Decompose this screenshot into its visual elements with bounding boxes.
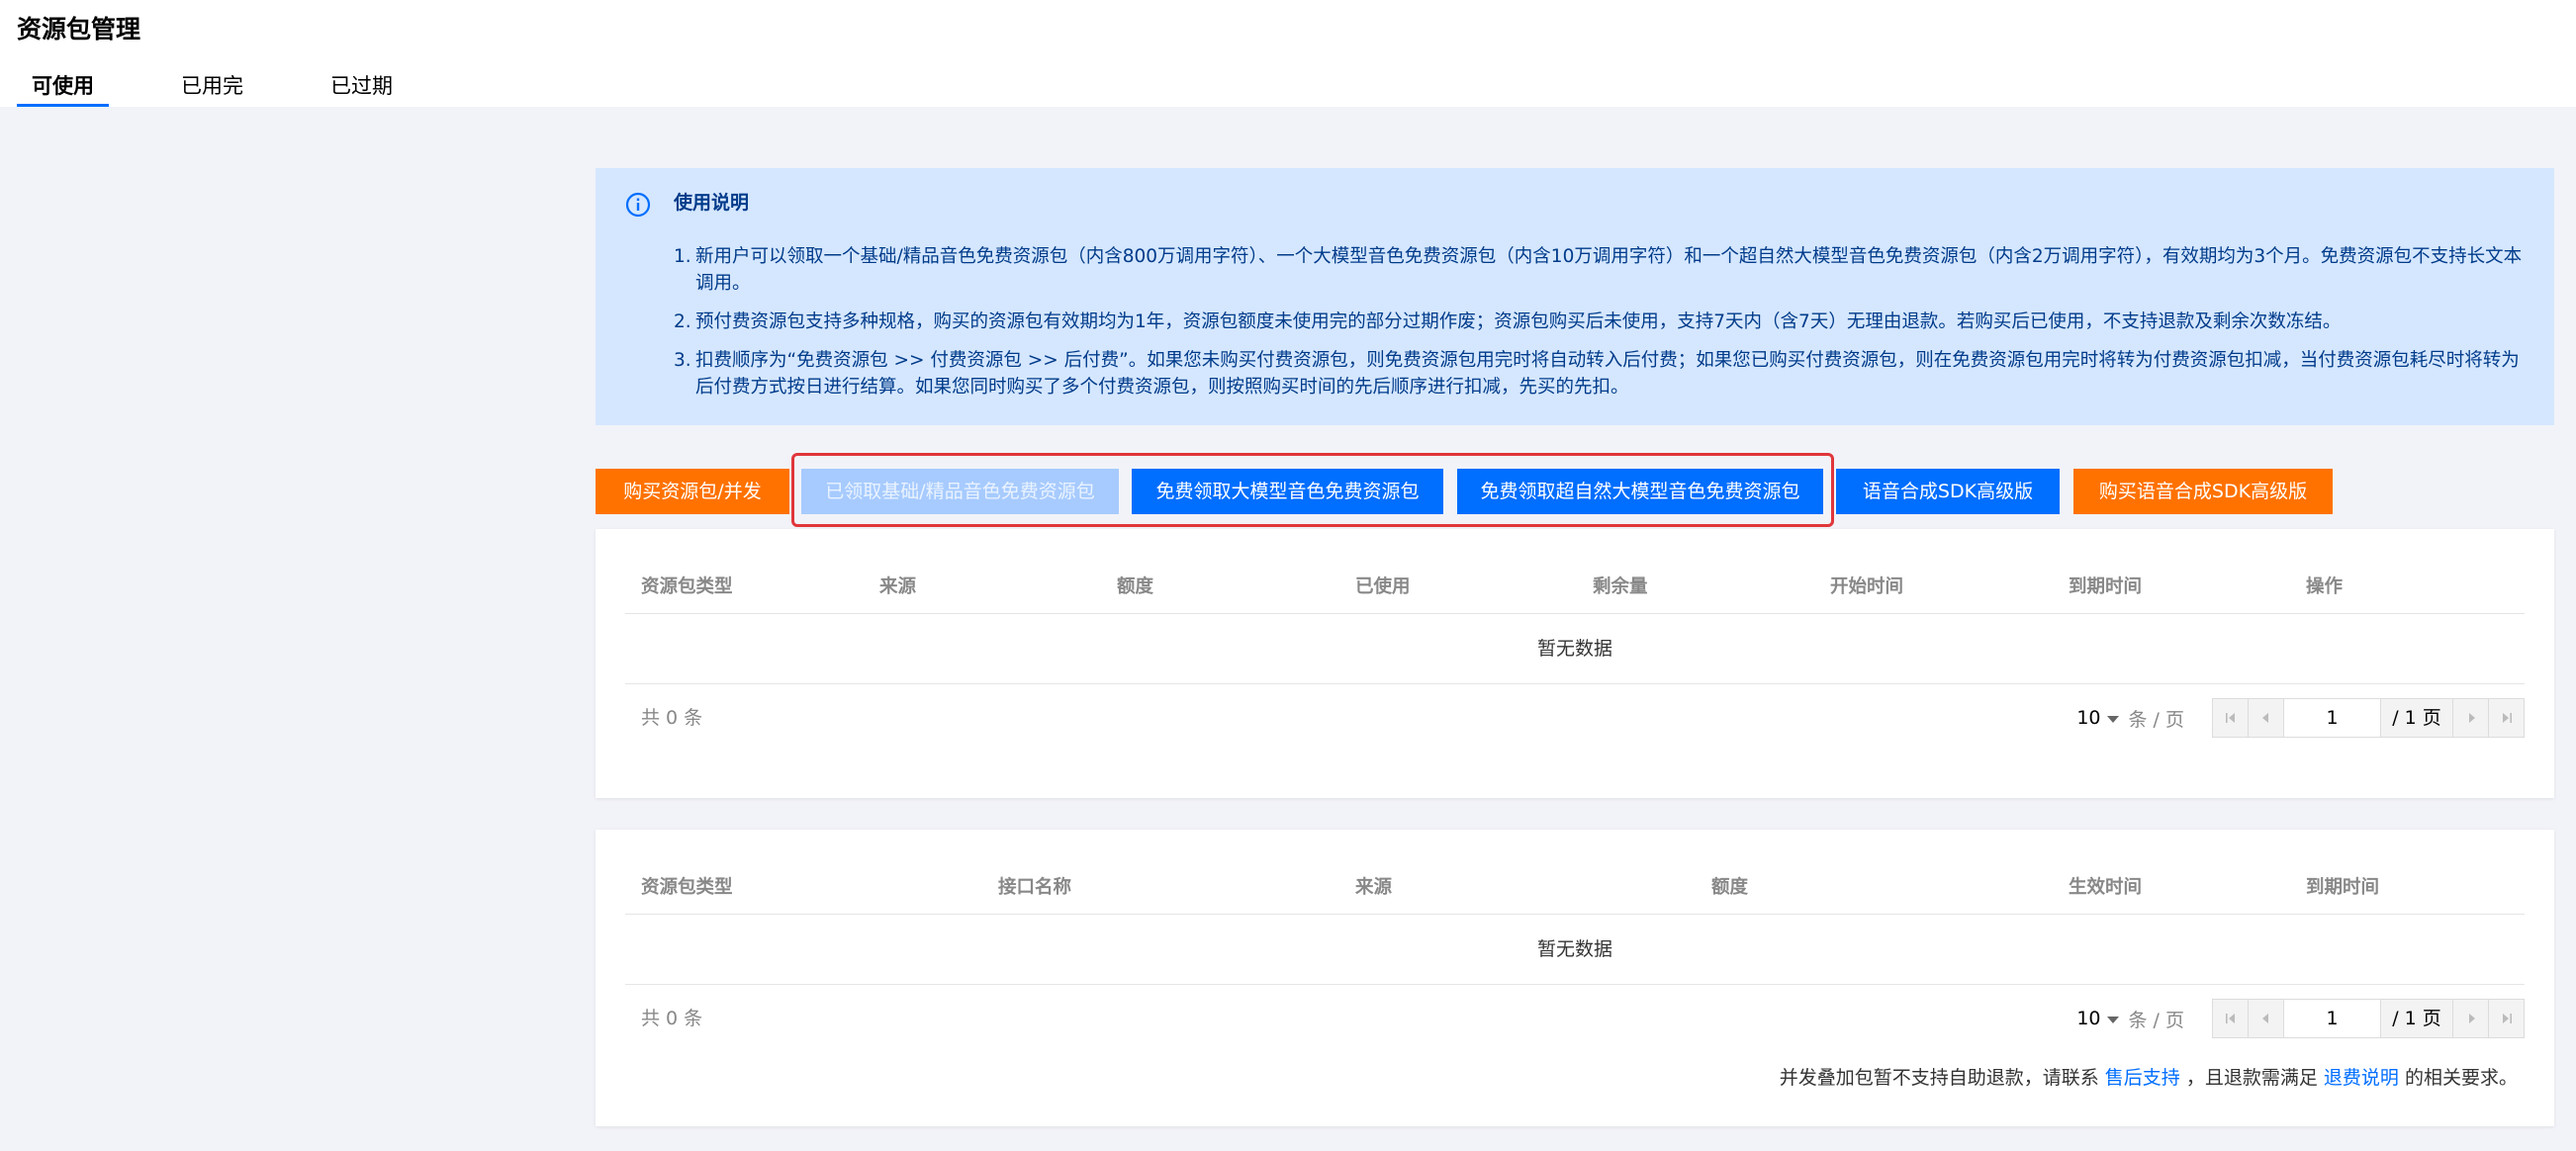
notice-item: 2. 预付费资源包支持多种规格，购买的资源包有效期均为1年，资源包额度未使用完的…: [674, 309, 2524, 335]
column-header: 来源: [879, 576, 917, 597]
first-page-button[interactable]: [2213, 1000, 2249, 1037]
concurrency-table-panel: 资源包类型 接口名称 来源 额度 生效时间 到期时间 暂无数据 共 0 条 10…: [596, 830, 2554, 1126]
notice-item-number: 1.: [674, 246, 691, 267]
notice-items: 1. 新用户可以领取一个基础/精品音色免费资源包（内含800万调用字符）、一个大…: [674, 243, 2524, 412]
table-header: 资源包类型 来源 额度 已使用 剩余量 开始时间 到期时间 操作: [625, 567, 2525, 614]
empty-row: 暂无数据: [625, 615, 2525, 684]
caret-down-icon[interactable]: [2106, 716, 2119, 723]
buy-sdk-advanced-button[interactable]: 购买语音合成SDK高级版: [2073, 469, 2333, 514]
notice-item: 1. 新用户可以领取一个基础/精品音色免费资源包（内含800万调用字符）、一个大…: [674, 243, 2524, 297]
caret-down-icon[interactable]: [2106, 1017, 2119, 1023]
notice-title: 使用说明: [674, 192, 750, 214]
pagination: 10 条 / 页 1 / 1 页: [2076, 697, 2525, 739]
notice-item-text: 扣费顺序为“免费资源包 >> 付费资源包 >> 后付费”。如果您未购买付费资源包…: [695, 350, 2520, 398]
page-size-select[interactable]: 10: [2076, 707, 2100, 729]
total-count: 共 0 条: [641, 707, 703, 729]
refund-policy-link[interactable]: 退费说明: [2324, 1067, 2399, 1089]
top-bar: 资源包管理 可使用 已用完 已过期: [0, 0, 2576, 107]
next-page-icon: [2469, 713, 2475, 723]
notice-item: 3. 扣费顺序为“免费资源包 >> 付费资源包 >> 后付费”。如果您未购买付费…: [674, 347, 2524, 400]
notice-item-text: 预付费资源包支持多种规格，购买的资源包有效期均为1年，资源包额度未使用完的部分过…: [695, 311, 2342, 332]
tab-available[interactable]: 可使用: [17, 69, 109, 107]
buy-package-button[interactable]: 购买资源包/并发: [596, 469, 789, 514]
column-header: 额度: [1117, 576, 1154, 597]
prev-page-icon: [2262, 1014, 2268, 1023]
last-page-icon: [2503, 1014, 2512, 1023]
page-navigator: 1 / 1 页: [2212, 698, 2525, 738]
last-page-icon: [2503, 713, 2512, 723]
refund-note: 并发叠加包暂不支持自助退款，请联系 售后支持 ，且退款需满足 退费说明 的相关要…: [1780, 1065, 2518, 1091]
column-header: 生效时间: [2069, 877, 2143, 898]
per-page-label: 条 / 页: [2128, 708, 2184, 731]
page-number-input[interactable]: 1: [2284, 699, 2381, 737]
first-page-icon: [2226, 713, 2235, 723]
column-header: 额度: [1711, 877, 1749, 898]
notice-item-number: 2.: [674, 311, 691, 332]
first-page-icon: [2226, 1014, 2235, 1023]
table-footer: 共 0 条 10 条 / 页 1 / 1 页: [625, 998, 2525, 1039]
next-page-button[interactable]: [2452, 699, 2488, 737]
last-page-button[interactable]: [2488, 699, 2524, 737]
sdk-advanced-button[interactable]: 语音合成SDK高级版: [1836, 469, 2060, 514]
column-header: 开始时间: [1830, 576, 1904, 597]
column-header: 已使用: [1355, 576, 1411, 597]
table-header: 资源包类型 接口名称 来源 额度 生效时间 到期时间: [625, 867, 2525, 915]
column-header: 资源包类型: [641, 576, 733, 597]
prev-page-icon: [2262, 713, 2268, 723]
column-header: 接口名称: [998, 877, 1072, 898]
refund-note-suffix: 的相关要求。: [2404, 1067, 2518, 1089]
claim-super-llm-package-button[interactable]: 免费领取超自然大模型音色免费资源包: [1457, 469, 1823, 514]
notice-item-text: 新用户可以领取一个基础/精品音色免费资源包（内含800万调用字符）、一个大模型音…: [695, 246, 2523, 294]
after-sales-support-link[interactable]: 售后支持: [2105, 1067, 2180, 1089]
empty-row: 暂无数据: [625, 916, 2525, 985]
next-page-icon: [2469, 1014, 2475, 1023]
per-page-label: 条 / 页: [2128, 1009, 2184, 1031]
claim-llm-package-button[interactable]: 免费领取大模型音色免费资源包: [1132, 469, 1443, 514]
page-number-input[interactable]: 1: [2284, 1000, 2381, 1037]
action-buttons: 购买资源包/并发 已领取基础/精品音色免费资源包 免费领取大模型音色免费资源包 …: [596, 469, 2554, 514]
info-icon: [625, 192, 651, 218]
page-size-select[interactable]: 10: [2076, 1008, 2100, 1029]
column-header: 操作: [2306, 576, 2344, 597]
column-header: 来源: [1355, 877, 1393, 898]
page-title: 资源包管理: [17, 15, 141, 44]
refund-note-middle: ，且退款需满足: [2185, 1067, 2318, 1089]
notice-item-number: 3.: [674, 350, 691, 371]
table-footer: 共 0 条 10 条 / 页 1 / 1 页: [625, 697, 2525, 739]
tab-used-up[interactable]: 已用完: [166, 69, 258, 107]
package-table-panel: 资源包类型 来源 额度 已使用 剩余量 开始时间 到期时间 操作 暂无数据 共 …: [596, 529, 2554, 798]
total-pages: / 1 页: [2381, 699, 2452, 737]
column-header: 到期时间: [2306, 877, 2380, 898]
column-header: 到期时间: [2069, 576, 2143, 597]
usage-notice: 使用说明 1. 新用户可以领取一个基础/精品音色免费资源包（内含800万调用字符…: [596, 168, 2554, 425]
total-pages: / 1 页: [2381, 1000, 2452, 1037]
pagination: 10 条 / 页 1 / 1 页: [2076, 998, 2525, 1039]
column-header: 资源包类型: [641, 877, 733, 898]
claimed-basic-package-button[interactable]: 已领取基础/精品音色免费资源包: [801, 469, 1119, 514]
refund-note-prefix: 并发叠加包暂不支持自助退款，请联系: [1779, 1067, 2099, 1089]
status-tabs: 可使用 已用完 已过期: [17, 69, 465, 107]
first-page-button[interactable]: [2213, 699, 2249, 737]
prev-page-button[interactable]: [2249, 1000, 2284, 1037]
column-header: 剩余量: [1593, 576, 1648, 597]
total-count: 共 0 条: [641, 1008, 703, 1029]
prev-page-button[interactable]: [2249, 699, 2284, 737]
last-page-button[interactable]: [2488, 1000, 2524, 1037]
next-page-button[interactable]: [2452, 1000, 2488, 1037]
tab-expired[interactable]: 已过期: [316, 69, 408, 107]
page-navigator: 1 / 1 页: [2212, 999, 2525, 1038]
